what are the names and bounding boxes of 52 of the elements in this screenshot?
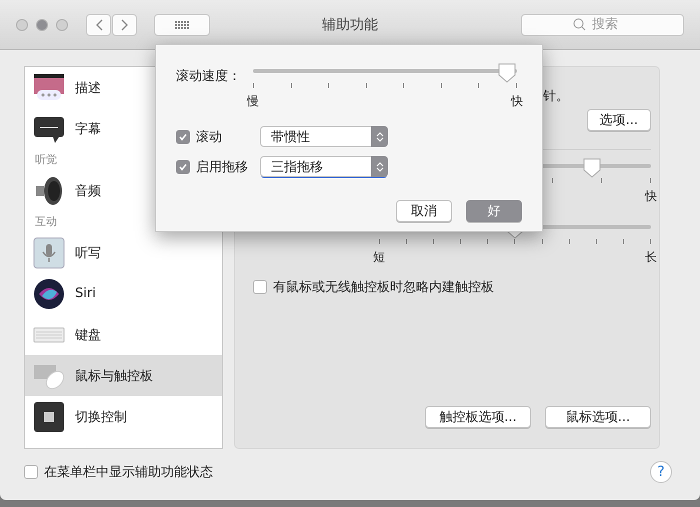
slider-min-label: 慢 — [247, 93, 259, 110]
slider-max-label: 快 — [511, 93, 523, 110]
popup-menu[interactable]: 带惯性 — [260, 126, 388, 147]
microphone-icon — [33, 236, 65, 268]
sidebar-section-header: 互动 — [35, 214, 57, 229]
checkbox-label: 启用拖移 — [196, 158, 248, 176]
checkbox[interactable] — [24, 465, 38, 479]
grid-icon — [174, 20, 190, 30]
orb-icon — [33, 278, 65, 310]
slider-min-label: 短 — [373, 249, 385, 266]
stepper-arrows-icon — [376, 130, 384, 142]
checkbox-label: 滚动 — [196, 128, 222, 146]
window-title: 辅助功能 — [322, 16, 378, 32]
options-button[interactable]: 鼠标选项... — [545, 406, 651, 428]
slider-max-label: 快 — [645, 188, 657, 205]
slider-thumb[interactable] — [497, 63, 517, 83]
back-button[interactable] — [86, 14, 111, 36]
checkmark-icon — [178, 162, 188, 172]
options-button[interactable]: 选项... — [586, 109, 651, 131]
checkbox[interactable] — [176, 160, 190, 174]
options-button[interactable]: 触控板选项... — [425, 406, 531, 428]
chevron-left-icon — [94, 18, 102, 30]
search-icon — [573, 18, 586, 30]
checkbox[interactable] — [176, 130, 190, 144]
slider-max-label: 长 — [645, 249, 657, 266]
sidebar-item[interactable]: 鼠标与触控板 — [25, 355, 222, 396]
show-all-button[interactable] — [154, 14, 210, 36]
checkbox-label: 有鼠标或无线触控板时忽略内建触控板 — [273, 279, 494, 296]
search-field[interactable]: 搜索 — [521, 14, 684, 36]
cancel-button[interactable]: 取消 — [396, 200, 452, 222]
slider-thumb[interactable] — [582, 158, 602, 178]
speaker-icon — [33, 174, 65, 206]
slider-track[interactable] — [253, 63, 517, 83]
sidebar-item[interactable]: Siri — [25, 273, 222, 314]
sidebar-section-header: 听觉 — [35, 152, 57, 167]
help-button[interactable]: ? — [650, 461, 672, 483]
popup-menu[interactable]: 三指拖移 — [260, 156, 388, 177]
description-text: 针。 — [543, 88, 569, 105]
switch-icon — [33, 400, 65, 432]
sidebar-item[interactable]: 键盘 — [25, 314, 222, 355]
chevron-right-icon — [120, 18, 128, 30]
checkbox-label: 在菜单栏中显示辅助功能状态 — [44, 464, 213, 481]
checkmark-icon — [178, 132, 188, 142]
zoom-window-control[interactable] — [56, 18, 68, 30]
scroll-speed-label: 滚动速度： — [176, 68, 241, 85]
checkbox[interactable] — [253, 280, 267, 294]
stepper-arrows-icon — [376, 160, 384, 172]
close-window-control[interactable] — [16, 18, 28, 30]
minimize-window-control[interactable] — [36, 18, 48, 30]
sidebar-item[interactable]: 听写 — [25, 232, 222, 273]
sidebar-item[interactable]: 切换控制 — [25, 396, 222, 437]
forward-button[interactable] — [112, 14, 137, 36]
